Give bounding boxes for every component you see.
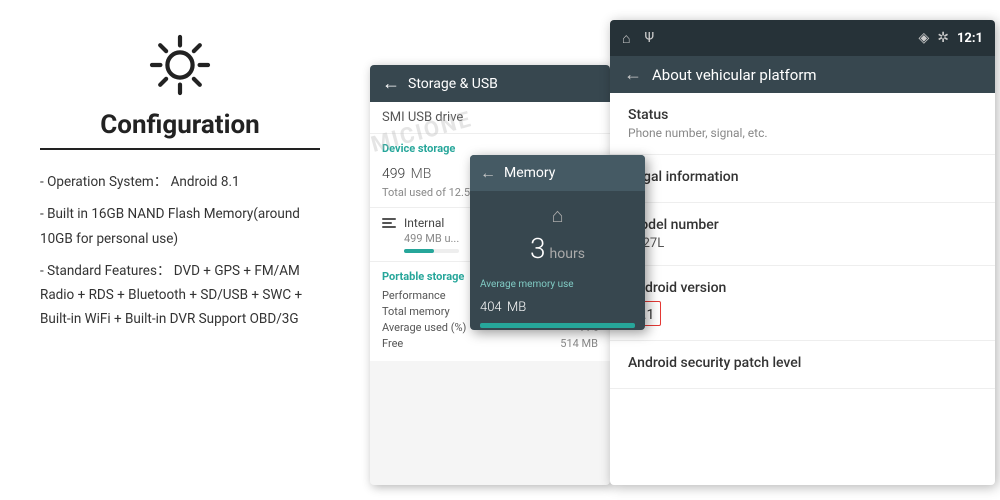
perf-label-3: Free [382, 337, 403, 350]
spec-item-features: - Standard Features： DVD + GPS + FM/AM R… [40, 259, 320, 332]
about-back-arrow[interactable]: ← [624, 64, 642, 85]
spec-item-memory: - Built in 16GB NAND Flash Memory(around… [40, 202, 320, 251]
internal-size: 499 MB u... [404, 232, 459, 245]
home-icon-memory: ⌂ [470, 203, 645, 228]
usb-icon-top: Ψ [644, 30, 654, 46]
top-bar-left: ⌂ Ψ [622, 30, 654, 47]
gear-icon [145, 30, 215, 100]
bluetooth-icon-top: ✲ [937, 30, 949, 46]
internal-progress-bar [404, 249, 459, 253]
home-icon-top: ⌂ [622, 30, 630, 47]
perf-label-1: Total memory [382, 305, 450, 318]
hours-value: 3 [530, 232, 546, 265]
about-model-value: 8227L [628, 236, 977, 251]
spec-list: - Operation System： Android 8.1 - Built … [40, 170, 320, 340]
perf-label-0: Performance [382, 289, 446, 302]
status-time: 12:1 [957, 31, 983, 46]
spec-item-os: - Operation System： Android 8.1 [40, 170, 320, 194]
storage-back-arrow[interactable]: ← [382, 73, 400, 94]
about-android-title: Android version [628, 280, 977, 296]
internal-title: Internal [404, 216, 459, 230]
memory-overlay: ← Memory ⌂ 3 hours Average memory use 40… [470, 155, 645, 330]
about-status-title: Status [628, 107, 977, 123]
about-header: ← About vehicular platform [610, 56, 995, 93]
about-title: About vehicular platform [652, 66, 817, 84]
smi-label: SMI USB drive [370, 102, 610, 134]
memory-progress-bar [480, 323, 635, 328]
storage-title: Storage & USB [408, 76, 498, 92]
memory-header: ← Memory [470, 155, 645, 191]
top-bar-right-icons: ◈ ✲ 12:1 [918, 30, 983, 46]
config-title: Configuration [40, 110, 320, 150]
hours-label: hours [550, 246, 585, 262]
avg-memory-label: Average memory use [470, 273, 645, 290]
about-row-security-patch[interactable]: Android security patch level [610, 341, 995, 389]
about-row-status[interactable]: Status Phone number, signal, etc. [610, 93, 995, 155]
about-model-title: Model number [628, 217, 977, 233]
about-row-legal[interactable]: Legal information [610, 155, 995, 203]
about-status-sub: Phone number, signal, etc. [628, 126, 977, 140]
memory-back-arrow[interactable]: ← [480, 163, 496, 183]
perf-value-3: 514 MB [560, 337, 598, 350]
location-icon-top: ◈ [918, 30, 929, 46]
about-content: Status Phone number, signal, etc. Legal … [610, 93, 995, 389]
gear-icon-wrapper [40, 30, 320, 100]
memory-title: Memory [504, 165, 555, 181]
about-legal-title: Legal information [628, 169, 977, 185]
perf-row-3: Free 514 MB [382, 337, 598, 350]
right-panel: ⌂ Ψ ◈ ✲ 12:1 ← About vehicular platform … [610, 20, 995, 485]
memory-hours-section: ⌂ 3 hours [470, 191, 645, 273]
about-row-android-version[interactable]: Android version 8.1 [610, 266, 995, 341]
left-panel: Configuration - Operation System： Androi… [0, 0, 360, 500]
storage-header: ← Storage & USB [370, 65, 610, 102]
perf-label-2: Average used (%) [382, 321, 466, 334]
storage-icon [382, 218, 396, 228]
memory-mb-value: 404 MB [470, 290, 645, 319]
top-status-bar: ⌂ Ψ ◈ ✲ 12:1 [610, 20, 995, 56]
device-storage-title: Device storage [382, 142, 598, 155]
about-row-model[interactable]: Model number 8227L [610, 203, 995, 266]
about-security-title: Android security patch level [628, 355, 977, 371]
internal-progress-fill [404, 249, 434, 253]
internal-text: Internal 499 MB u... [404, 216, 459, 253]
